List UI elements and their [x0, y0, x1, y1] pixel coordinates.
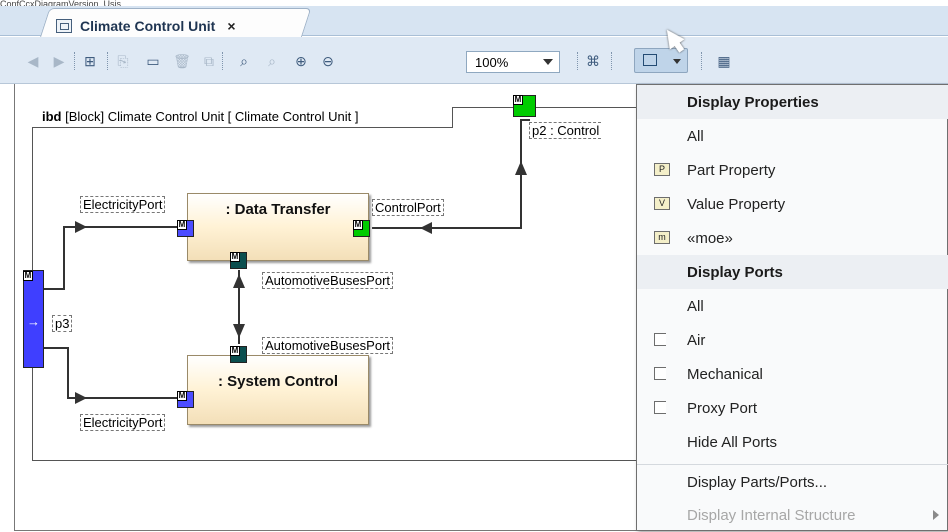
menu-item-moe[interactable]: m «moe» [637, 221, 948, 255]
port-icon [654, 333, 666, 346]
port-icon [654, 401, 666, 414]
p3-label: p3 [52, 315, 73, 332]
menu-header-display-properties: Display Properties [637, 85, 948, 119]
electricity-port-label-bottom: ElectricityPort [80, 414, 166, 431]
control-port-label: ControlPort [372, 199, 444, 216]
display-dropdown-menu: Display Properties All P Part Property V… [636, 84, 948, 531]
moe-icon: m [654, 231, 670, 244]
system-control-block[interactable]: : System Control [187, 355, 369, 425]
menu-header-display-ports: Display Ports [637, 255, 948, 289]
automotive-buses-port-top[interactable]: M [230, 252, 247, 269]
p2-port[interactable]: M [513, 95, 536, 117]
electricity-port-bottom[interactable]: M [177, 391, 194, 408]
data-transfer-block[interactable]: : Data Transfer [187, 193, 369, 261]
control-port[interactable]: M [353, 220, 370, 237]
p2-label: p2 : Control [529, 122, 602, 139]
menu-item-display-parts-ports[interactable]: Display Parts/Ports... [637, 465, 948, 499]
electricity-port-label-top: ElectricityPort [80, 196, 166, 213]
port-icon [654, 367, 666, 380]
automotive-buses-label-top: AutomotiveBusesPort [262, 272, 394, 289]
menu-item-value-property[interactable]: V Value Property [637, 187, 948, 221]
menu-item-all-ports[interactable]: All [637, 289, 948, 323]
system-control-title: : System Control [217, 373, 338, 390]
automotive-buses-port-bottom[interactable]: M [230, 346, 247, 363]
automotive-buses-label-bottom: AutomotiveBusesPort [262, 337, 394, 354]
value-property-icon: V [654, 197, 670, 210]
electricity-port-top[interactable]: M [177, 220, 194, 237]
data-transfer-title: : Data Transfer [225, 201, 331, 218]
menu-item-hide-all-ports[interactable]: Hide All Ports [637, 425, 948, 459]
menu-item-all-properties[interactable]: All [637, 119, 948, 153]
m-badge: M [23, 271, 33, 281]
menu-item-air[interactable]: Air [637, 323, 948, 357]
menu-item-mechanical[interactable]: Mechanical [637, 357, 948, 391]
menu-item-display-internal-structure[interactable]: Display Internal Structure [637, 498, 948, 532]
arrow-right-icon: → [27, 314, 40, 329]
part-property-icon: P [654, 163, 670, 176]
menu-item-part-property[interactable]: P Part Property [637, 153, 948, 187]
p3-port[interactable]: M → [23, 270, 44, 368]
menu-item-proxy-port[interactable]: Proxy Port [637, 391, 948, 425]
chevron-right-icon [933, 510, 939, 520]
